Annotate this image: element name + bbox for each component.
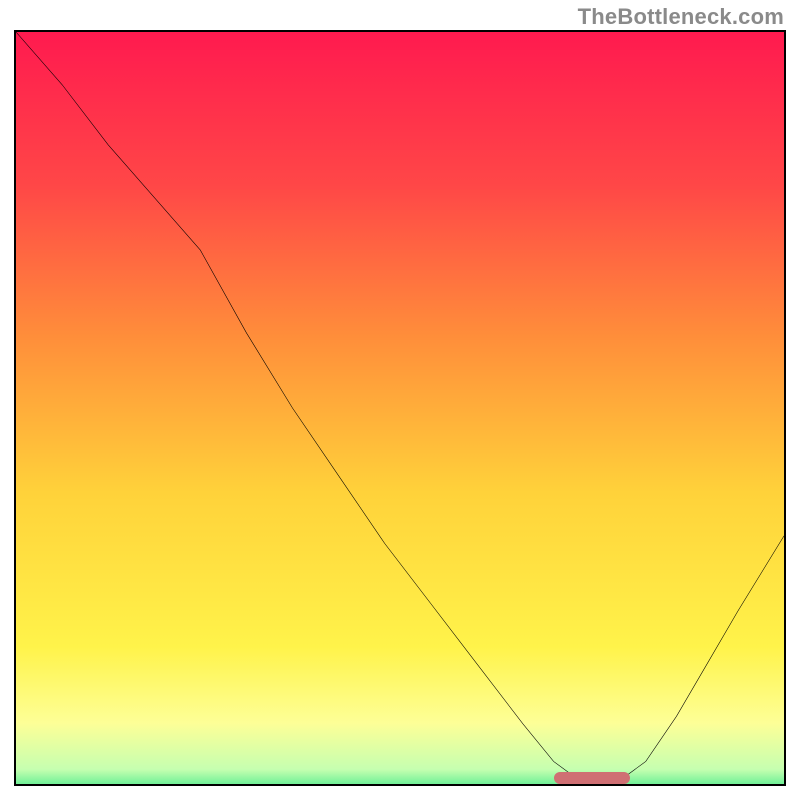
optimal-range-marker bbox=[554, 772, 631, 784]
chart-frame bbox=[14, 30, 786, 786]
bottleneck-curve bbox=[16, 32, 784, 784]
watermark-text: TheBottleneck.com bbox=[578, 4, 784, 30]
